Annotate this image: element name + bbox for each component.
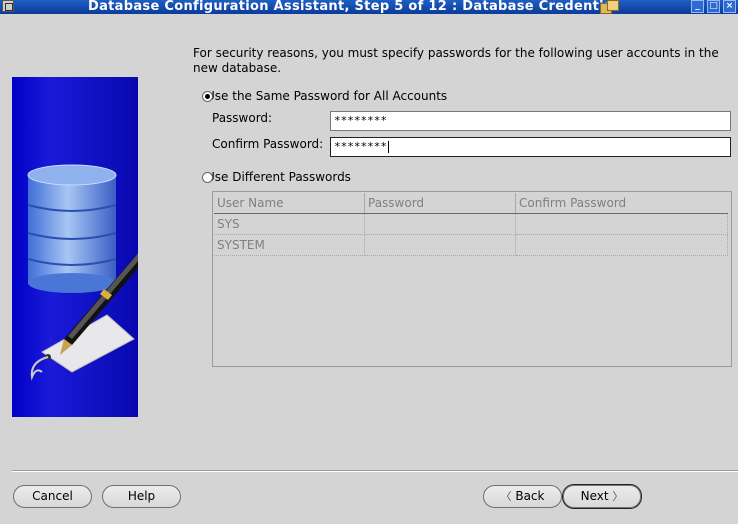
table-header: User Name Password Confirm Password bbox=[214, 193, 728, 214]
text-caret bbox=[387, 141, 389, 153]
cell-user-name: SYSTEM bbox=[214, 234, 365, 256]
same-password-radio[interactable] bbox=[202, 90, 213, 102]
accounts-table: User Name Password Confirm Password SYS … bbox=[212, 191, 732, 367]
same-password-option[interactable]: Use the Same Password for All Accounts bbox=[202, 89, 447, 103]
different-passwords-option[interactable]: Use Different Passwords bbox=[202, 170, 351, 184]
different-passwords-radio[interactable] bbox=[202, 171, 213, 183]
database-icon bbox=[27, 164, 117, 293]
app-icon[interactable] bbox=[2, 0, 14, 12]
column-user-name[interactable]: User Name bbox=[214, 193, 365, 214]
password-field[interactable]: ******** bbox=[330, 111, 731, 131]
column-confirm-password[interactable]: Confirm Password bbox=[515, 193, 728, 214]
back-button[interactable]: 〈 Back bbox=[483, 485, 562, 508]
close-button[interactable]: × bbox=[723, 0, 736, 13]
chevron-right-icon: 〉 bbox=[612, 490, 624, 503]
password-label: Password: bbox=[212, 111, 273, 125]
cell-password bbox=[364, 213, 516, 235]
column-password[interactable]: Password bbox=[364, 193, 516, 214]
cell-password bbox=[364, 234, 516, 256]
title-bar: Database Configuration Assistant, Step 5… bbox=[0, 0, 738, 14]
table-row: SYSTEM bbox=[214, 234, 728, 256]
help-button[interactable]: Help bbox=[102, 485, 181, 508]
chevron-left-icon: 〈 bbox=[500, 490, 512, 503]
confirm-password-label: Confirm Password: bbox=[212, 137, 324, 151]
cell-confirm-password bbox=[515, 234, 728, 256]
footer-separator bbox=[12, 470, 738, 472]
wizard-illustration bbox=[12, 77, 138, 417]
intro-text: For security reasons, you must specify p… bbox=[193, 46, 719, 75]
next-button[interactable]: Next 〉 bbox=[562, 484, 642, 509]
minimize-button[interactable]: _ bbox=[691, 0, 704, 13]
same-password-label: Use the Same Password for All Accounts bbox=[206, 89, 448, 103]
cell-confirm-password bbox=[515, 213, 728, 235]
table-row: SYS bbox=[214, 213, 728, 235]
maximize-button[interactable]: □ bbox=[707, 0, 720, 13]
cell-user-name: SYS bbox=[214, 213, 365, 235]
window-controls: _ □ × bbox=[691, 0, 736, 13]
different-passwords-label: Use Different Passwords bbox=[206, 170, 351, 184]
cancel-button[interactable]: Cancel bbox=[13, 485, 92, 508]
database-pen-illustration bbox=[27, 164, 138, 381]
confirm-password-field[interactable]: ******** bbox=[330, 137, 731, 157]
window-title: Database Configuration Assistant, Step 5… bbox=[88, 0, 613, 14]
window-stack-icon bbox=[600, 0, 620, 14]
